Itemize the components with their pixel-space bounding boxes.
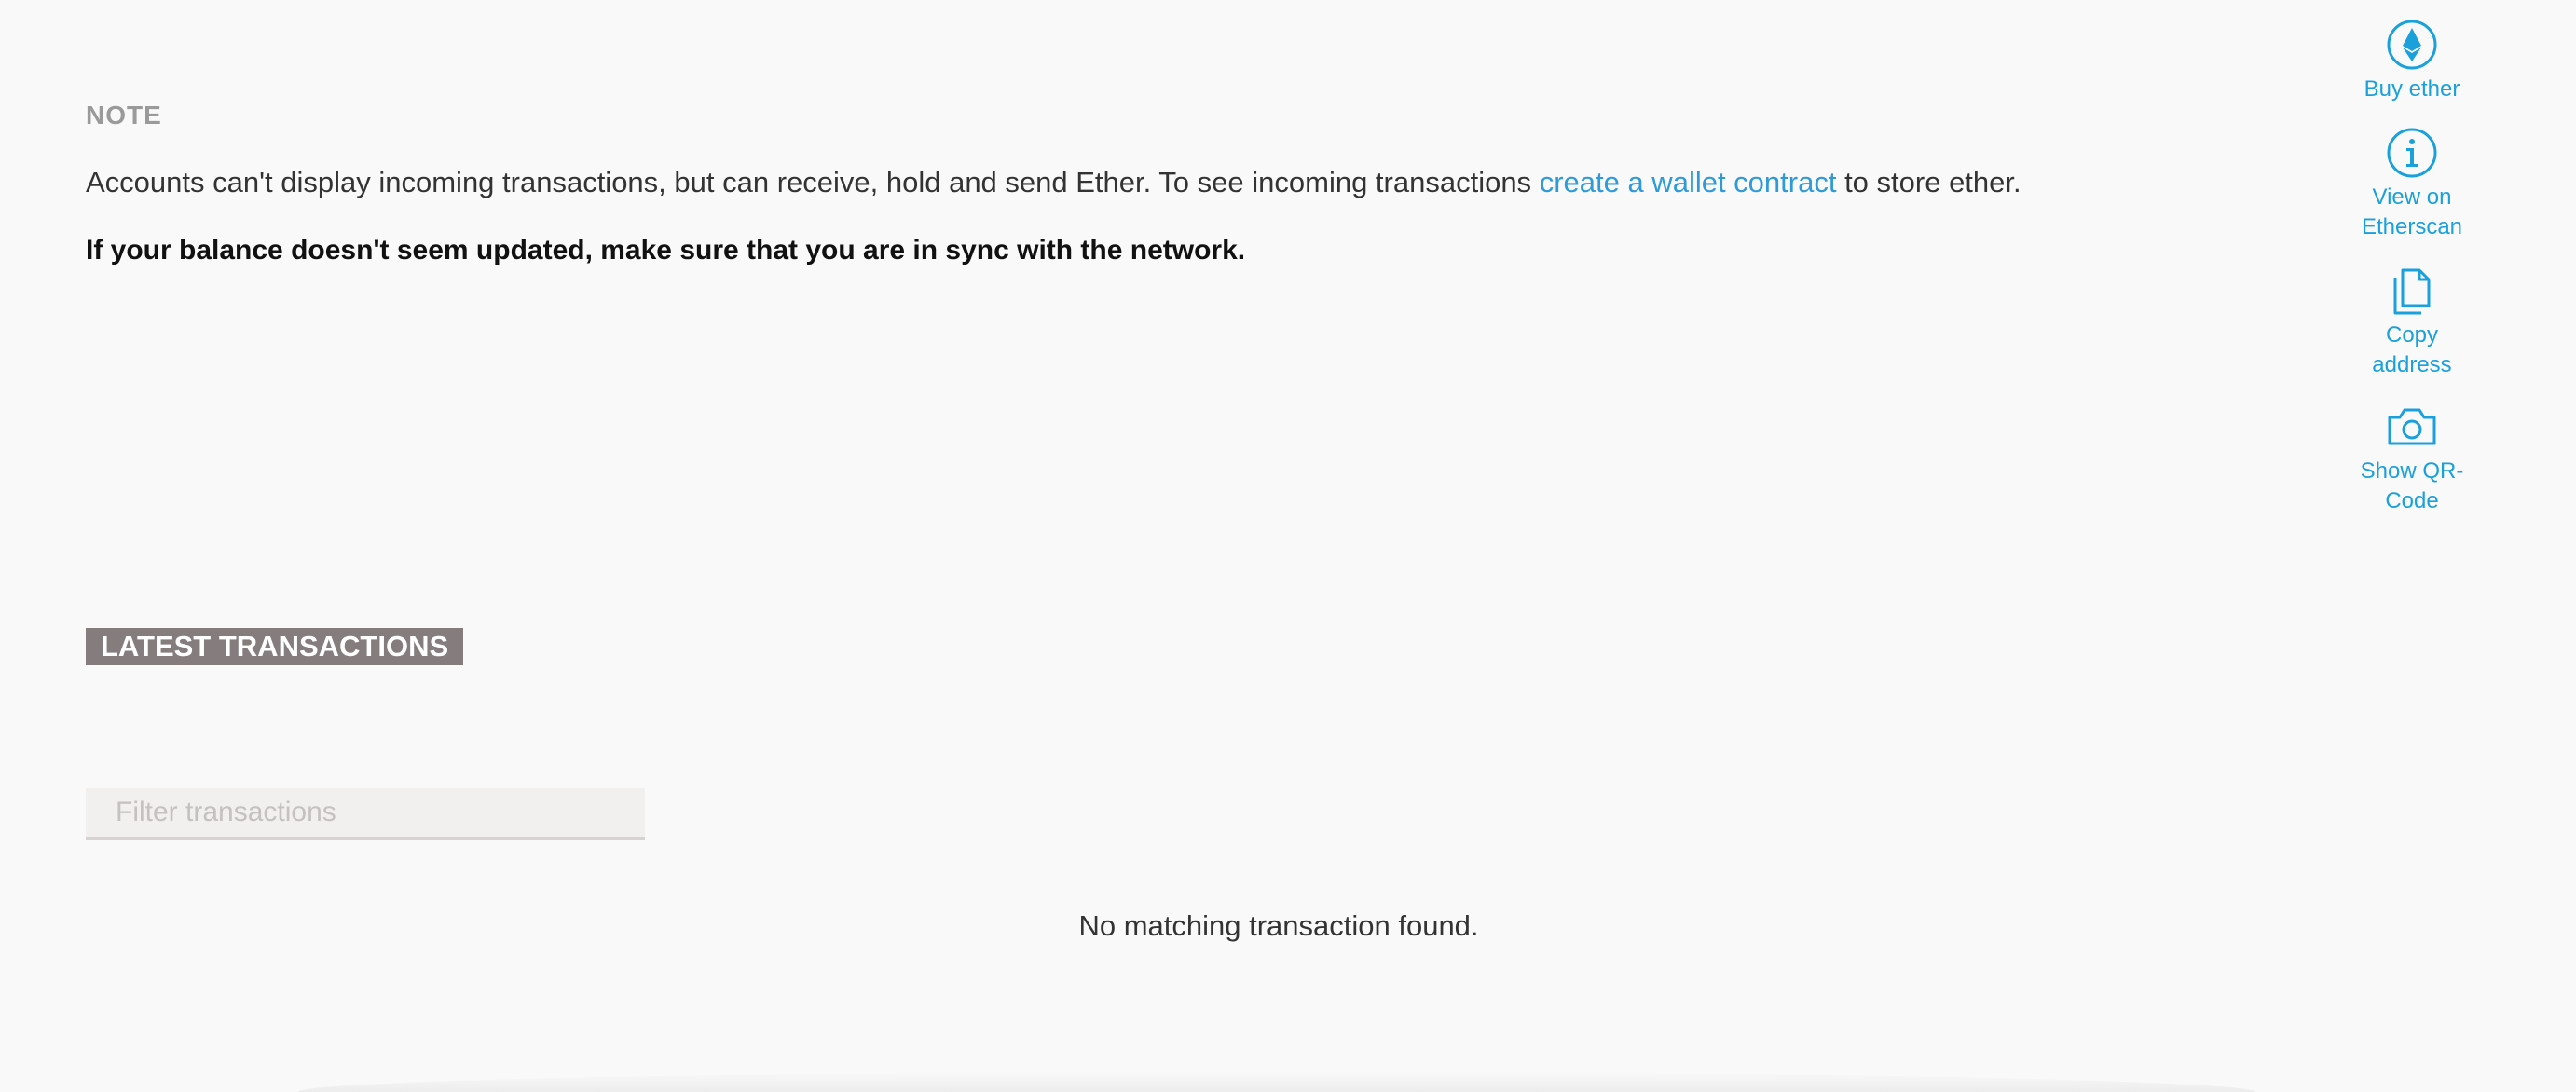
buy-ether-button[interactable]: Buy ether xyxy=(2337,19,2487,104)
bottom-edge-shadow xyxy=(298,1072,2255,1092)
buy-ether-label: Buy ether xyxy=(2364,76,2460,102)
account-page: NOTE Accounts can't display incoming tra… xyxy=(0,0,2576,1092)
view-on-etherscan-label: View on Etherscan xyxy=(2361,184,2463,239)
copy-address-label: Copy address xyxy=(2372,322,2452,377)
note-body: Accounts can't display incoming transact… xyxy=(86,166,2021,199)
empty-transactions-message: No matching transaction found. xyxy=(1078,909,1479,942)
sync-warning: If your balance doesn't seem updated, ma… xyxy=(86,235,1246,266)
show-qr-code-button[interactable]: Show QR-Code xyxy=(2337,401,2487,516)
latest-transactions-title: LATEST TRANSACTIONS xyxy=(86,628,464,665)
camera-icon xyxy=(2386,401,2438,457)
filter-transactions-input[interactable] xyxy=(86,788,645,840)
view-on-etherscan-button[interactable]: View on Etherscan xyxy=(2337,127,2487,242)
show-qr-code-label: Show QR-Code xyxy=(2360,458,2464,513)
note-body-prefix: Accounts can't display incoming transact… xyxy=(86,166,1540,198)
copy-icon xyxy=(2386,265,2438,321)
note-body-suffix: to store ether. xyxy=(1836,166,2021,198)
copy-address-button[interactable]: Copy address xyxy=(2337,265,2487,380)
info-icon xyxy=(2386,127,2438,183)
note-heading: NOTE xyxy=(86,101,162,130)
ether-icon xyxy=(2386,19,2438,75)
create-wallet-contract-link[interactable]: create a wallet contract xyxy=(1540,166,1837,198)
